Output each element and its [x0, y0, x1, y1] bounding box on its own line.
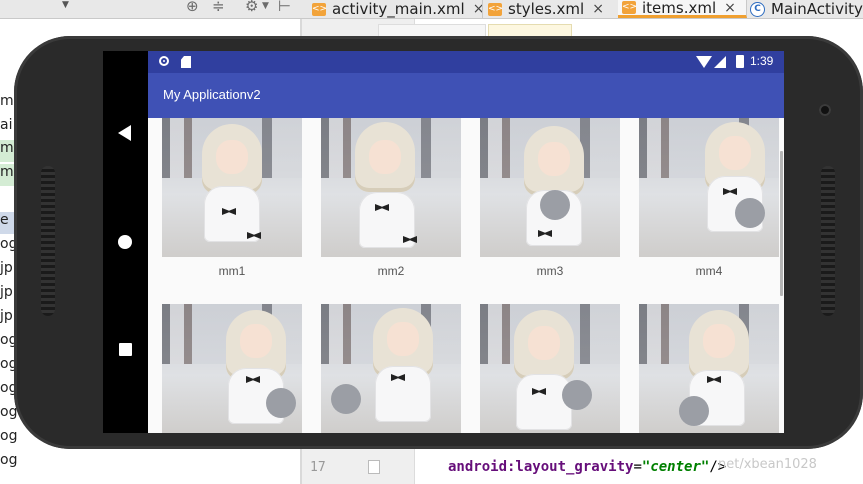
project-tree-item[interactable]: og	[0, 452, 20, 474]
home-icon[interactable]	[118, 235, 132, 249]
xml-file-icon: <>	[622, 1, 638, 14]
girl-photo-image	[639, 304, 779, 433]
tab-activity-main-xml[interactable]: <> activity_main.xml ×	[308, 0, 483, 18]
editor-tab-bar: ▼ ⊕ ≑ ⚙ ▼ ⊢ <> activity_main.xml × <> st…	[0, 0, 863, 19]
item-caption: mm3	[536, 264, 564, 278]
app-bar: My Applicationv2	[148, 73, 784, 118]
close-icon[interactable]: ×	[473, 1, 482, 17]
code-attribute: android:layout_gravity	[448, 459, 634, 475]
navigation-bar	[103, 51, 149, 433]
app-title: My Applicationv2	[163, 87, 261, 102]
wifi-icon	[696, 56, 712, 68]
item-caption: mm2	[377, 264, 405, 278]
settings-gear-icon[interactable]: ⚙	[245, 0, 258, 15]
tab-mainactivity[interactable]: C MainActivity	[746, 0, 863, 18]
item-caption: mm1	[218, 264, 246, 278]
watermark: net/xbean1028	[718, 457, 817, 472]
dropdown-arrow-icon[interactable]: ▼	[62, 0, 69, 10]
front-camera	[819, 104, 831, 116]
battery-icon	[736, 55, 744, 68]
code-equals: =	[633, 459, 642, 475]
recent-apps-icon[interactable]	[119, 343, 132, 356]
tab-label: items.xml	[642, 0, 717, 17]
girl-photo-image	[162, 304, 302, 433]
status-time: 1:39	[750, 54, 774, 68]
close-icon[interactable]: ×	[592, 1, 604, 17]
java-class-icon: C	[750, 1, 765, 17]
hide-panel-icon[interactable]: ⊢	[278, 0, 291, 15]
collapse-icon[interactable]: ≑	[212, 0, 225, 15]
item-caption: mm4	[695, 264, 723, 278]
scrollbar[interactable]	[780, 151, 783, 296]
tab-label: activity_main.xml	[332, 0, 465, 18]
line-number: 17	[310, 460, 326, 475]
sync-icon[interactable]: ⊕	[186, 0, 199, 15]
notification-circle-icon	[159, 56, 169, 66]
xml-file-icon: <>	[488, 2, 504, 16]
tab-items-xml[interactable]: <> items.xml ×	[618, 0, 747, 18]
girl-photo-image	[639, 118, 779, 257]
gear-dropdown-icon[interactable]: ▼	[262, 0, 269, 15]
signal-icon	[714, 56, 726, 68]
speaker-grille-right	[821, 166, 835, 316]
back-icon[interactable]	[118, 125, 131, 141]
girl-photo-image	[162, 118, 302, 257]
code-line[interactable]: android:layout_gravity="center"/>	[448, 459, 726, 475]
fold-marker-icon[interactable]	[368, 460, 380, 474]
image-grid[interactable]: mm1 mm2 mm3 mm4	[148, 118, 784, 433]
code-value: "center"	[641, 459, 710, 475]
status-bar: 1:39	[148, 51, 784, 73]
tab-label: MainActivity	[771, 0, 863, 18]
emulator-screen: 1:39 My Applicationv2 mm1 mm2 mm3 mm4	[103, 51, 784, 433]
speaker-grille-left	[41, 166, 55, 316]
tab-label: styles.xml	[508, 0, 585, 18]
girl-photo-image	[480, 118, 620, 257]
sd-card-icon	[181, 56, 191, 68]
girl-photo-image	[321, 304, 461, 433]
tab-styles-xml[interactable]: <> styles.xml ×	[484, 0, 619, 18]
app-window: 1:39 My Applicationv2 mm1 mm2 mm3 mm4	[148, 51, 784, 433]
girl-photo-image	[480, 304, 620, 433]
xml-file-icon: <>	[312, 2, 328, 16]
project-tree-item[interactable]: og	[0, 428, 20, 450]
girl-photo-image	[321, 118, 461, 257]
close-icon[interactable]: ×	[724, 0, 736, 15]
